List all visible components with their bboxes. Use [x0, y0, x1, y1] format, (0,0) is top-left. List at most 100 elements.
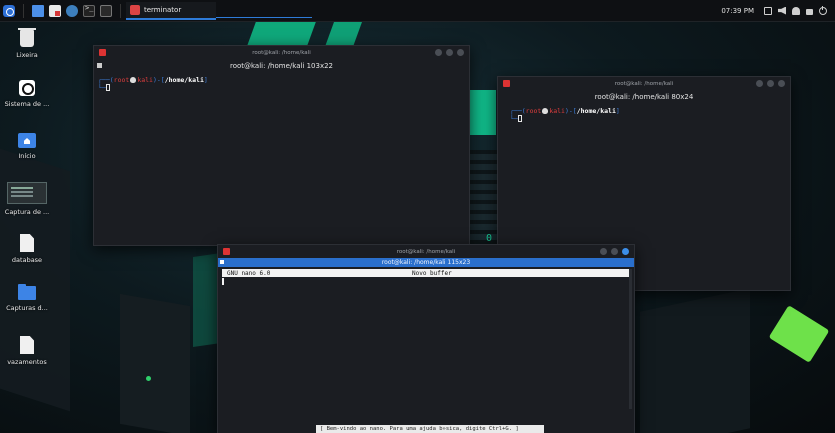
desktop-icon-label: Captura de ...: [4, 208, 50, 216]
prompt-bracket: ]: [615, 107, 620, 115]
prompt-line-2: └─: [98, 84, 465, 92]
skull-icon: [542, 108, 549, 114]
terminal-cursor: [105, 84, 110, 91]
close-button[interactable]: [778, 80, 785, 87]
terminator-icon: [99, 49, 106, 56]
maximize-button[interactable]: [767, 80, 774, 87]
system-tray: 07:39 PM: [721, 5, 835, 15]
wallpaper-shape: [640, 288, 750, 433]
lock-icon[interactable]: [806, 8, 813, 15]
nano-buffer-name: Novo buffer: [412, 269, 452, 277]
panel-separator: [23, 3, 24, 18]
terminal-window-1[interactable]: root@kali: /home/kali root@kali: /home/k…: [93, 45, 470, 246]
desktop-icon-screenshot[interactable]: Captura de ...: [0, 182, 55, 216]
nano-version: GNU nano 6.0: [227, 269, 271, 277]
minimize-button[interactable]: [435, 49, 442, 56]
terminal-menu-icon[interactable]: [97, 63, 102, 68]
nano-title-bar: GNU nano 6.0 Novo buffer: [222, 269, 630, 277]
terminal-header: root@kali: /home/kali 80x24: [498, 90, 790, 104]
system-icon: [19, 80, 35, 96]
window-controls: [600, 248, 629, 255]
prompt-corner: └─: [510, 115, 518, 123]
folder-icon[interactable]: [32, 4, 44, 17]
wallpaper-shape: [324, 18, 364, 48]
notification-bell-icon[interactable]: [792, 6, 800, 15]
prompt-bracket: )-[: [152, 76, 165, 84]
prompt-user: root: [113, 76, 130, 84]
prompt-bracket: ┌──(: [510, 107, 526, 115]
top-panel: terminator 07:39 PM: [0, 0, 835, 22]
terminal-header-title: root@kali: /home/kali 103x22: [229, 62, 334, 70]
window-titlebar[interactable]: root@kali: /home/kali: [94, 46, 469, 59]
desktop-icon-database[interactable]: database: [0, 234, 55, 264]
terminal-header-title: root@kali: /home/kali 80x24: [594, 93, 694, 101]
desktop-icon-label: Lixeira: [16, 51, 38, 59]
scrollbar[interactable]: [629, 269, 632, 409]
desktop-icon-system[interactable]: Sistema de ...: [0, 80, 55, 108]
clock[interactable]: 07:39 PM: [721, 7, 754, 15]
desktop-icon-trash[interactable]: Lixeira: [0, 28, 55, 59]
desktop-icon-capturas[interactable]: Capturas d...: [0, 284, 55, 312]
browser-icon[interactable]: [66, 4, 78, 17]
desktop-icon-label: database: [11, 256, 43, 264]
desktop-icon-label: vazamentos: [7, 358, 47, 366]
prompt-line-1: ┌──(root kali)-[/home/kali]: [98, 76, 465, 84]
minimize-button[interactable]: [756, 80, 763, 87]
panel-separator: [120, 3, 121, 18]
wallpaper-shape: [470, 90, 496, 135]
file-icon: [20, 336, 34, 354]
desktop-icon-home[interactable]: Início: [0, 133, 55, 160]
kali-menu-icon[interactable]: [3, 4, 15, 17]
prompt-line-2: └─: [510, 115, 786, 123]
wallpaper-shape: [470, 150, 500, 250]
desktop-icon-vazamentos[interactable]: vazamentos: [0, 336, 55, 366]
terminal-icon[interactable]: [83, 4, 95, 17]
task-underline: [216, 17, 312, 18]
taskbar-item-terminator[interactable]: terminator: [126, 1, 216, 20]
app-icon[interactable]: [100, 4, 112, 17]
home-folder-icon: [18, 133, 36, 148]
prompt-path: /home/kali: [576, 107, 616, 115]
desktop-icon-label: Capturas d...: [6, 304, 48, 312]
window-controls: [435, 49, 464, 56]
window-title: root@kali: /home/kali: [396, 248, 456, 255]
close-button[interactable]: [622, 248, 629, 255]
terminal-body[interactable]: ┌──(root kali)-[/home/kali] └─: [94, 73, 469, 95]
terminator-icon: [223, 248, 230, 255]
terminal-menu-icon[interactable]: [220, 260, 224, 264]
prompt-line-1: ┌──(root kali)-[/home/kali]: [510, 107, 786, 115]
file-icon: [20, 234, 34, 252]
prompt-host: kali: [549, 107, 565, 115]
nano-cursor: [222, 278, 224, 285]
wallpaper-led: [146, 376, 151, 381]
screenshot-thumbnail-icon: [7, 182, 47, 204]
text-editor-icon[interactable]: [49, 4, 61, 17]
volume-icon[interactable]: [778, 6, 786, 15]
prompt-bracket: ┌──(: [98, 76, 114, 84]
desktop-icon-label: Sistema de ...: [4, 100, 50, 108]
power-icon[interactable]: [819, 5, 827, 15]
trash-icon: [18, 28, 36, 47]
folder-icon: [18, 284, 36, 300]
wallpaper-shape: [120, 293, 190, 433]
terminal-cursor: [517, 115, 522, 122]
nano-status-bar: [ Bem-vindo ao nano. Para uma ajuda b»si…: [316, 425, 544, 433]
window-titlebar[interactable]: root@kali: /home/kali: [498, 77, 790, 90]
window-titlebar[interactable]: root@kali: /home/kali: [218, 245, 634, 258]
prompt-user: root: [525, 107, 542, 115]
window-controls: [756, 80, 785, 87]
screen-icon[interactable]: [764, 6, 772, 15]
terminal-header-title: root@kali: /home/kali 115x23: [381, 259, 471, 266]
terminator-icon: [503, 80, 510, 87]
taskbar-item-label: terminator: [144, 5, 182, 14]
wallpaper-monitor-shape: [768, 305, 830, 363]
skull-icon: [130, 77, 137, 83]
terminal-body[interactable]: ┌──(root kali)-[/home/kali] └─: [498, 104, 790, 126]
minimize-button[interactable]: [600, 248, 607, 255]
close-button[interactable]: [457, 49, 464, 56]
terminal-window-nano[interactable]: root@kali: /home/kali root@kali: /home/k…: [217, 244, 635, 433]
maximize-button[interactable]: [446, 49, 453, 56]
prompt-path: /home/kali: [164, 76, 204, 84]
prompt-bracket: )-[: [564, 107, 577, 115]
maximize-button[interactable]: [611, 248, 618, 255]
